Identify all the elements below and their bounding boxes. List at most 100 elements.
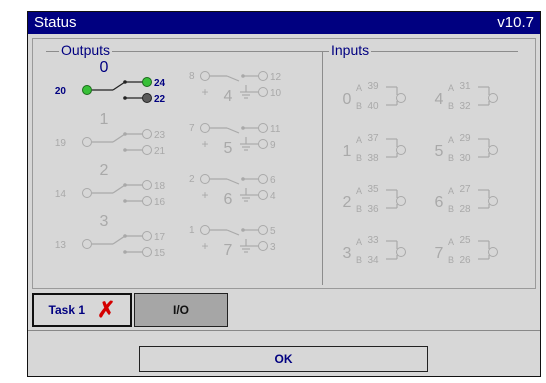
version-label: v10.7 bbox=[497, 14, 534, 31]
input-a-label: A bbox=[356, 186, 362, 196]
output-nc-terminal-label: 22 bbox=[154, 94, 166, 105]
plus-sign: + bbox=[201, 137, 208, 151]
terminal-circle bbox=[258, 225, 268, 235]
output-number-label: 6 bbox=[224, 191, 233, 208]
terminal-circle bbox=[142, 180, 152, 190]
input-b-terminal-label: 32 bbox=[459, 101, 471, 112]
input-b-label: B bbox=[448, 204, 454, 214]
input-a-label: A bbox=[448, 186, 454, 196]
output-no-terminal-label: 5 bbox=[270, 226, 276, 237]
title-bar: Status v10.7 bbox=[28, 12, 540, 34]
terminal-circle bbox=[200, 225, 210, 235]
input-b-label: B bbox=[448, 153, 454, 163]
terminal-circle bbox=[142, 129, 152, 139]
input-b-label: B bbox=[356, 204, 362, 214]
output-no-terminal-label: 24 bbox=[154, 78, 166, 89]
terminal-circle bbox=[142, 231, 152, 241]
input-indicator-circle bbox=[488, 145, 498, 155]
input-number-label: 6 bbox=[435, 194, 444, 211]
output-number-label: 5 bbox=[224, 140, 233, 157]
output-no-terminal-label: 12 bbox=[270, 72, 282, 83]
output-common-terminal-label: 20 bbox=[55, 86, 67, 97]
input-b-terminal-label: 34 bbox=[367, 255, 379, 266]
relay-switch-arm bbox=[226, 75, 240, 82]
input-b-terminal-label: 40 bbox=[367, 101, 379, 112]
relay-switch-arm bbox=[112, 235, 126, 245]
output-nc-terminal-label: 10 bbox=[270, 88, 282, 99]
output-common-terminal-label: 8 bbox=[189, 71, 195, 82]
relay-switch-arm bbox=[112, 81, 126, 91]
output-number-label: 7 bbox=[224, 242, 233, 259]
input-a-terminal-label: 37 bbox=[367, 133, 379, 144]
input-indicator-circle bbox=[396, 196, 406, 206]
output-no-terminal-label: 17 bbox=[154, 232, 166, 243]
relay-switch-arm bbox=[226, 229, 240, 236]
plus-sign: + bbox=[201, 188, 208, 202]
input-b-terminal-label: 30 bbox=[459, 153, 471, 164]
input-b-terminal-label: 28 bbox=[459, 204, 471, 215]
led-on-indicator bbox=[142, 77, 152, 87]
input-b-terminal-label: 26 bbox=[459, 255, 471, 266]
output-number-label: 0 bbox=[100, 59, 109, 76]
input-indicator-circle bbox=[396, 145, 406, 155]
input-b-label: B bbox=[448, 255, 454, 265]
status-window: Status v10.7 Outputs Inputs 0 20 24 22 1 19 23… bbox=[27, 11, 541, 377]
input-number-label: 0 bbox=[343, 91, 352, 108]
input-indicator-circle bbox=[396, 247, 406, 257]
output-nc-terminal-label: 15 bbox=[154, 248, 166, 259]
input-a-terminal-label: 25 bbox=[459, 235, 471, 246]
io-panel: Outputs Inputs 0 20 24 22 1 19 23 21 2 14 18 16 3 13 1… bbox=[32, 38, 536, 289]
input-number-label: 3 bbox=[343, 245, 352, 262]
output-number-label: 2 bbox=[100, 162, 109, 179]
terminal-circle bbox=[82, 137, 92, 147]
output-number-label: 3 bbox=[100, 213, 109, 230]
input-number-label: 2 bbox=[343, 194, 352, 211]
relay-switch-arm bbox=[226, 178, 240, 185]
tab-io[interactable]: I/O bbox=[134, 293, 228, 327]
tab-task-1-label: Task 1 bbox=[48, 303, 86, 317]
tab-bar: Task 1 ✗ I/O bbox=[32, 293, 536, 327]
input-a-terminal-label: 31 bbox=[459, 81, 471, 92]
input-number-label: 5 bbox=[435, 143, 444, 160]
terminal-circle bbox=[142, 145, 152, 155]
terminal-circle bbox=[258, 174, 268, 184]
terminal-circle bbox=[142, 247, 152, 257]
output-common-terminal-label: 19 bbox=[55, 138, 67, 149]
input-a-terminal-label: 33 bbox=[367, 235, 379, 246]
ok-button-label: OK bbox=[274, 352, 293, 366]
input-a-terminal-label: 29 bbox=[459, 133, 471, 144]
input-number-label: 1 bbox=[343, 143, 352, 160]
terminal-circle bbox=[82, 239, 92, 249]
output-no-terminal-label: 23 bbox=[154, 130, 166, 141]
output-common-terminal-label: 14 bbox=[55, 189, 67, 200]
terminal-circle bbox=[200, 123, 210, 133]
input-a-label: A bbox=[448, 83, 454, 93]
terminal-circle bbox=[258, 87, 268, 97]
tab-task-1[interactable]: Task 1 ✗ bbox=[32, 293, 132, 327]
relay-switch-arm bbox=[226, 127, 240, 134]
terminal-circle bbox=[142, 196, 152, 206]
input-a-label: A bbox=[448, 135, 454, 145]
output-nc-terminal-label: 16 bbox=[154, 197, 166, 208]
input-a-label: A bbox=[448, 237, 454, 247]
ok-button[interactable]: OK bbox=[139, 346, 428, 372]
output-common-terminal-label: 2 bbox=[189, 174, 195, 185]
output-no-terminal-label: 11 bbox=[270, 124, 281, 135]
input-a-terminal-label: 35 bbox=[367, 184, 379, 195]
input-a-label: A bbox=[356, 135, 362, 145]
footer-divider bbox=[28, 330, 540, 331]
input-b-terminal-label: 38 bbox=[367, 153, 379, 164]
output-nc-terminal-label: 9 bbox=[270, 140, 276, 151]
terminal-circle bbox=[200, 71, 210, 81]
input-b-terminal-label: 36 bbox=[367, 204, 379, 215]
output-no-terminal-label: 18 bbox=[154, 181, 166, 192]
relay-switch-arm bbox=[112, 184, 126, 194]
input-a-terminal-label: 39 bbox=[367, 81, 379, 92]
output-common-terminal-label: 7 bbox=[189, 123, 195, 134]
terminal-circle bbox=[258, 241, 268, 251]
terminal-circle bbox=[258, 123, 268, 133]
input-number-label: 4 bbox=[435, 91, 444, 108]
output-number-label: 4 bbox=[224, 88, 233, 105]
output-nc-terminal-label: 3 bbox=[270, 242, 276, 253]
input-b-label: B bbox=[356, 101, 362, 111]
